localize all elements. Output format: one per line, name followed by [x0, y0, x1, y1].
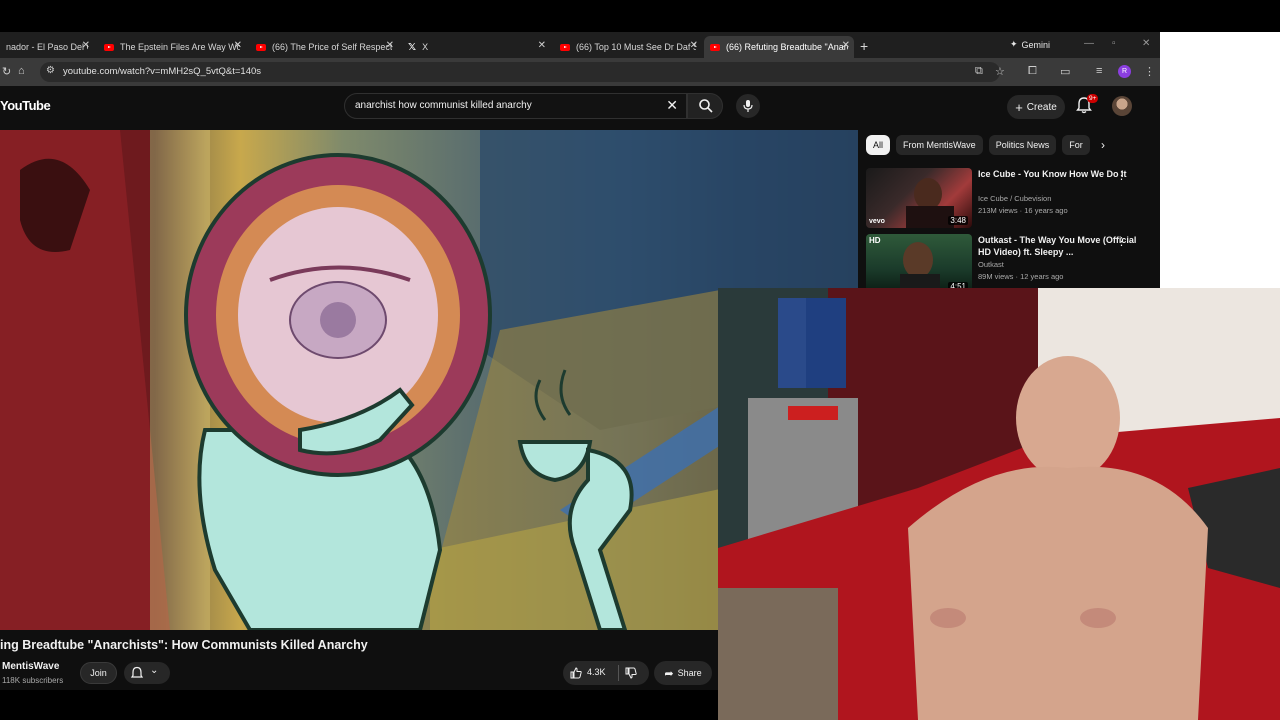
tab-strip: nador - El Paso Del G ✕ The Epstein File… — [0, 32, 1160, 58]
recommendation-item[interactable]: HD 4:51 Outkast - The Way You Move (Offi… — [866, 234, 1151, 294]
thumbnail-badge: vevo — [869, 218, 885, 225]
youtube-icon — [104, 43, 114, 51]
reload-icon[interactable]: ↻ — [2, 65, 11, 78]
tab-title: (66) The Price of Self Respect — [272, 42, 392, 52]
join-button[interactable]: Join — [80, 662, 117, 684]
youtube-icon — [256, 43, 266, 51]
search-icon — [699, 99, 713, 113]
new-tab-button[interactable]: + — [860, 38, 868, 54]
side-panel-icon[interactable]: ▭ — [1060, 65, 1070, 78]
recommendation-meta: 89M views · 12 years ago — [978, 272, 1064, 281]
youtube-logo-text: YouTube — [0, 98, 51, 113]
user-avatar[interactable] — [1112, 96, 1132, 116]
chip-politics-news[interactable]: Politics News — [988, 135, 1057, 155]
youtube-icon — [560, 43, 570, 51]
microphone-icon — [743, 100, 753, 112]
gemini-label: Gemini — [1021, 39, 1051, 50]
more-options-icon[interactable]: ⋮ — [1116, 235, 1127, 248]
subscription-bell-button[interactable]: ⌄ — [124, 662, 170, 684]
filter-chips: All From MentisWave Politics News For — [866, 135, 1090, 157]
bell-icon — [130, 666, 144, 678]
recommendation-channel[interactable]: Ice Cube / Cubevision — [978, 194, 1051, 203]
maximize-icon[interactable]: ▫ — [1112, 38, 1116, 49]
tab-title: (66) Top 10 Must See Dr Daf Sh — [576, 42, 696, 52]
address-bar[interactable]: ⚙ youtube.com/watch?v=mMH2sQ_5vtQ&t=140s… — [40, 62, 1005, 82]
tab-close-icon[interactable]: ✕ — [82, 40, 90, 51]
install-icon[interactable]: ⧉ — [975, 65, 983, 78]
url-text: youtube.com/watch?v=mMH2sQ_5vtQ&t=140s — [63, 66, 262, 77]
bookmark-star-icon[interactable]: ☆ — [995, 65, 1005, 78]
clear-search-icon[interactable]: ✕ — [666, 97, 678, 114]
more-options-icon[interactable]: ⋮ — [1116, 169, 1127, 182]
sparkle-icon: ✦ — [1010, 39, 1018, 49]
youtube-icon — [710, 43, 720, 51]
recommendation-item[interactable]: vevo 3:48 Ice Cube - You Know How We Do … — [866, 168, 1151, 228]
webcam-overlay — [718, 288, 1280, 720]
share-button[interactable]: ➦ Share — [654, 661, 712, 685]
chip-for-you[interactable]: For — [1062, 135, 1090, 155]
like-divider — [618, 665, 619, 681]
profile-avatar[interactable]: R — [1118, 65, 1131, 78]
tab-4[interactable]: 𝕏 X ✕ — [402, 36, 550, 58]
voice-search-button[interactable] — [736, 94, 760, 118]
tab-close-icon[interactable]: ✕ — [386, 40, 394, 51]
tab-2[interactable]: The Epstein Files Are Way Wors ✕ — [98, 36, 246, 58]
chevron-right-icon[interactable]: › — [1101, 138, 1105, 152]
create-button[interactable]: + Create — [1007, 95, 1065, 119]
tab-title: (66) Refuting Breadtube "Anarc — [726, 42, 848, 52]
search-button[interactable] — [687, 93, 723, 119]
video-duration: 3:48 — [948, 216, 968, 225]
close-window-icon[interactable]: ✕ — [1142, 38, 1150, 49]
extensions-icon[interactable]: ⧠ — [1028, 65, 1037, 78]
recommendation-channel[interactable]: Outkast — [978, 260, 1004, 269]
tab-title: X — [422, 42, 429, 52]
channel-name[interactable]: MentisWave — [2, 661, 59, 672]
video-thumbnail[interactable]: HD 4:51 — [866, 234, 972, 294]
tab-5[interactable]: (66) Top 10 Must See Dr Daf Sh ✕ — [554, 36, 702, 58]
chevron-down-icon: ⌄ — [150, 665, 159, 676]
media-icon[interactable]: ≡ — [1096, 65, 1102, 77]
tab-close-icon[interactable]: ✕ — [842, 40, 850, 51]
letterbox-top — [0, 0, 1280, 32]
kebab-menu-icon[interactable]: ⋮ — [1144, 65, 1155, 78]
youtube-logo[interactable]: YouTube — [0, 98, 51, 113]
tab-close-icon[interactable]: ✕ — [538, 40, 546, 51]
search-query: anarchist how communist killed anarchy — [355, 100, 532, 111]
recommendation-title[interactable]: Ice Cube - You Know How We Do It — [978, 168, 1138, 180]
recommendation-title[interactable]: Outkast - The Way You Move (Official HD … — [978, 234, 1138, 258]
share-label: Share — [677, 668, 702, 678]
tab-close-icon[interactable]: ✕ — [234, 40, 242, 51]
youtube-header: YouTube anarchist how communist killed a… — [0, 86, 1160, 128]
chip-from-channel[interactable]: From MentisWave — [896, 135, 983, 155]
chip-all[interactable]: All — [866, 135, 891, 155]
tab-3[interactable]: (66) The Price of Self Respect ✕ — [250, 36, 398, 58]
plus-icon: + — [1015, 99, 1023, 115]
home-icon[interactable]: ⌂ — [18, 65, 25, 77]
tab-6-active[interactable]: (66) Refuting Breadtube "Anarc ✕ — [704, 36, 854, 58]
site-info-icon[interactable]: ⚙ — [46, 65, 55, 76]
minimize-icon[interactable]: — — [1084, 38, 1094, 49]
tab-title: The Epstein Files Are Way Wors — [120, 42, 240, 52]
create-label: Create — [1026, 101, 1057, 113]
video-title: ing Breadtube "Anarchists": How Communis… — [0, 638, 368, 652]
recommendation-meta: 213M views · 16 years ago — [978, 206, 1068, 215]
tab-title: nador - El Paso Del G — [6, 42, 88, 52]
like-dislike-group: 4.3K — [563, 661, 649, 685]
like-count[interactable]: 4.3K — [587, 667, 606, 677]
thumbs-up-icon[interactable] — [569, 666, 583, 680]
share-icon: ➦ — [664, 667, 674, 680]
gemini-button[interactable]: ✦ Gemini — [1010, 39, 1050, 50]
tab-close-icon[interactable]: ✕ — [690, 40, 698, 51]
tab-1[interactable]: nador - El Paso Del G ✕ — [0, 36, 94, 58]
video-thumbnail[interactable]: vevo 3:48 — [866, 168, 972, 228]
notification-count-badge: 9+ — [1087, 94, 1099, 103]
webcam-feed-image — [718, 288, 1280, 720]
thumbnail-badge: HD — [869, 236, 881, 245]
x-icon: 𝕏 — [408, 41, 417, 53]
browser-toolbar: ↻ ⌂ ⚙ youtube.com/watch?v=mMH2sQ_5vtQ&t=… — [0, 58, 1160, 86]
subscriber-count: 118K subscribers — [2, 676, 64, 685]
thumbs-down-icon[interactable] — [624, 666, 638, 680]
search-input[interactable]: anarchist how communist killed anarchy ✕ — [344, 93, 687, 119]
